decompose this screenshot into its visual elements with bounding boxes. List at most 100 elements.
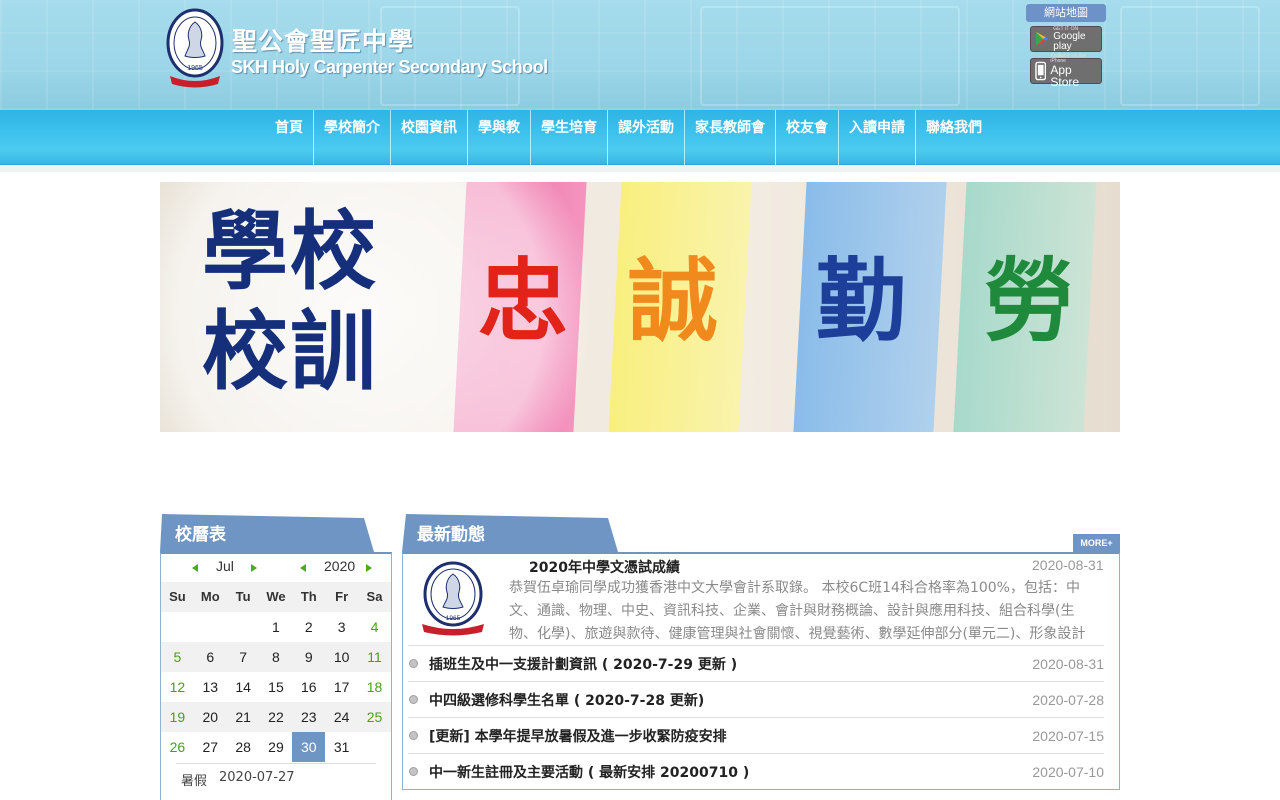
- calendar-day[interactable]: 14: [227, 672, 260, 702]
- calendar-week: 12 13 14 15 16 17 18: [161, 672, 391, 702]
- weekday-label: Th: [300, 589, 317, 604]
- news-item[interactable]: 中四級選修科學生名單 ( 2020-7-28 更新) 2020-07-28: [408, 681, 1104, 717]
- calendar-event[interactable]: 暑假 2020-07-27: [176, 763, 376, 793]
- motto-diligence: 勤: [816, 249, 906, 354]
- weekday-label: Sa: [366, 589, 383, 604]
- calendar-day-empty: [194, 612, 227, 642]
- calendar-day[interactable]: 27: [194, 732, 227, 762]
- bullet-icon: [409, 659, 418, 668]
- nav-item-alumni[interactable]: 校友會: [776, 110, 839, 165]
- featured-news-date: 2020-08-31: [1032, 557, 1104, 573]
- site-header: 1965 聖公會聖匠中學 SKH Holy Carpenter Secondar…: [0, 0, 1280, 110]
- calendar-day[interactable]: 12: [161, 672, 194, 702]
- calendar-day[interactable]: 20: [194, 702, 227, 732]
- calendar-day[interactable]: 19: [161, 702, 194, 732]
- calendar-day[interactable]: 28: [227, 732, 260, 762]
- calendar-day[interactable]: 18: [358, 672, 391, 702]
- banner-title: 學校 校訓: [202, 202, 378, 402]
- calendar-day[interactable]: 3: [325, 612, 358, 642]
- motto-loyalty: 忠: [478, 249, 568, 354]
- next-month-icon[interactable]: [251, 564, 257, 572]
- svg-text:1965: 1965: [446, 615, 461, 622]
- calendar-month: Jul: [216, 558, 234, 574]
- news-item-title[interactable]: 中一新生註冊及主要活動 ( 最新安排 20200710 ): [429, 762, 1032, 782]
- nav-item-about[interactable]: 學校簡介: [314, 110, 391, 165]
- calendar-day-today[interactable]: 30: [292, 732, 326, 762]
- news-item-title[interactable]: 插班生及中一支援計劃資訊 ( 2020-7-29 更新 ): [429, 654, 1032, 674]
- svg-text:1965: 1965: [187, 65, 203, 72]
- calendar-day[interactable]: 6: [194, 642, 227, 672]
- nav-item-learning-teaching[interactable]: 學與教: [468, 110, 531, 165]
- news-item[interactable]: 中一新生註冊及主要活動 ( 最新安排 20200710 ) 2020-07-10: [408, 753, 1104, 789]
- motto-sincerity: 誠: [628, 249, 718, 354]
- calendar-title: 校曆表: [175, 525, 226, 545]
- news-item-title[interactable]: [更新] 本學年提早放暑假及進一步收緊防疫安排: [429, 726, 1032, 746]
- calendar-week: 19 20 21 22 23 24 25: [161, 702, 391, 732]
- calendar-day[interactable]: 26: [161, 732, 194, 762]
- nav-item-campus-info[interactable]: 校園資訊: [391, 110, 468, 165]
- more-news-button[interactable]: MORE+: [1073, 534, 1120, 553]
- school-name-chinese[interactable]: 聖公會聖匠中學: [232, 22, 414, 58]
- calendar-day[interactable]: 22: [260, 702, 293, 732]
- calendar-day[interactable]: 5: [161, 642, 194, 672]
- calendar-day[interactable]: 24: [325, 702, 358, 732]
- calendar-day[interactable]: 1: [260, 612, 293, 642]
- main-navigation: 首頁 學校簡介 校園資訊 學與教 學生培育 課外活動 家長教師會 校友會 入讀申…: [0, 110, 1280, 165]
- calendar-day[interactable]: 11: [358, 642, 391, 672]
- featured-news-title[interactable]: 2020年中學文憑試成績: [529, 557, 680, 577]
- header-decoration: [700, 6, 960, 106]
- calendar-day-empty: [358, 732, 391, 762]
- news-item-date: 2020-07-28: [1032, 691, 1104, 708]
- calendar-day[interactable]: 16: [292, 672, 325, 702]
- school-logo-icon[interactable]: 1965: [164, 8, 226, 90]
- motto-labour: 勞: [984, 249, 1074, 354]
- nav-item-contact[interactable]: 聯絡我們: [916, 110, 992, 165]
- featured-news-body: 恭賀伍卓瑜同學成功獲香港中文大學會計系取錄。 本校6C班14科合格率為100%，…: [509, 580, 1086, 642]
- calendar-day[interactable]: 10: [325, 642, 358, 672]
- sitemap-button[interactable]: 網站地圖: [1026, 4, 1106, 22]
- calendar-day[interactable]: 2: [292, 612, 325, 642]
- calendar-grid: Su Mo Tu We Th Fr Sa 1 2 3 4 5 6 7 8 9 1…: [161, 582, 391, 762]
- nav-item-extracurricular[interactable]: 課外活動: [608, 110, 685, 165]
- news-item[interactable]: [更新] 本學年提早放暑假及進一步收緊防疫安排 2020-07-15: [408, 717, 1104, 753]
- calendar-year: 2020: [324, 558, 356, 574]
- google-play-button[interactable]: GET IT ON Google play: [1030, 26, 1102, 52]
- prev-year-icon[interactable]: [300, 564, 306, 572]
- calendar-day[interactable]: 13: [194, 672, 227, 702]
- nav-item-student-development[interactable]: 學生培育: [531, 110, 608, 165]
- banner-title-line1: 學校: [202, 202, 378, 302]
- hero-banner[interactable]: 學校 校訓 忠 誠 勤 勞: [160, 182, 1120, 432]
- calendar-day[interactable]: 31: [325, 732, 358, 762]
- prev-month-icon[interactable]: [192, 564, 198, 572]
- calendar-day[interactable]: 25: [358, 702, 391, 732]
- calendar-day[interactable]: 23: [292, 702, 325, 732]
- news-item-date: 2020-07-10: [1032, 763, 1104, 780]
- calendar-day[interactable]: 4: [358, 612, 391, 642]
- calendar-day-empty: [161, 612, 194, 642]
- calendar-day[interactable]: 29: [260, 732, 293, 762]
- calendar-day[interactable]: 17: [325, 672, 358, 702]
- calendar-day[interactable]: 9: [292, 642, 325, 672]
- calendar-week: 26 27 28 29 30 31: [161, 732, 391, 762]
- school-name-english[interactable]: SKH Holy Carpenter Secondary School: [231, 57, 548, 78]
- calendar-day[interactable]: 21: [227, 702, 260, 732]
- bullet-icon: [409, 767, 418, 776]
- news-item-title[interactable]: 中四級選修科學生名單 ( 2020-7-28 更新): [429, 690, 1032, 710]
- calendar-week: 1 2 3 4: [161, 612, 391, 642]
- calendar-day[interactable]: 15: [260, 672, 293, 702]
- news-item[interactable]: 插班生及中一支援計劃資訊 ( 2020-7-29 更新 ) 2020-08-31: [408, 645, 1104, 681]
- weekday-label: Fr: [335, 589, 349, 604]
- app-store-button[interactable]: Available on the iPhone App Store: [1030, 54, 1102, 88]
- app-store-label: App Store: [1050, 63, 1080, 89]
- nav-item-admission[interactable]: 入讀申請: [839, 110, 916, 165]
- next-year-icon[interactable]: [366, 564, 372, 572]
- calendar-day[interactable]: 8: [260, 642, 293, 672]
- bullet-icon: [409, 731, 418, 740]
- nav-item-home[interactable]: 首頁: [265, 110, 314, 165]
- news-item-date: 2020-07-15: [1032, 727, 1104, 744]
- header-decoration: [1120, 6, 1260, 106]
- nav-divider: [0, 165, 1280, 172]
- bullet-icon: [409, 695, 418, 704]
- nav-item-pta[interactable]: 家長教師會: [685, 110, 776, 165]
- calendar-day[interactable]: 7: [227, 642, 260, 672]
